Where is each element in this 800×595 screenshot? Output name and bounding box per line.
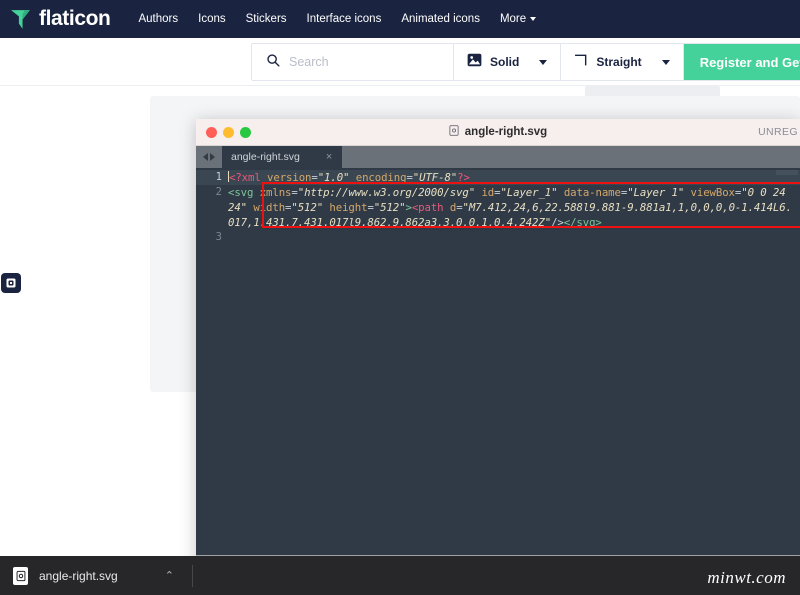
window-title: angle-right.svg <box>464 126 548 138</box>
code-token: "UTF-8" <box>412 171 458 184</box>
tab-nav-arrows[interactable] <box>196 146 222 168</box>
code-token: viewBox <box>690 186 735 199</box>
code-token: data-name <box>563 186 621 199</box>
code-token: /> <box>551 216 564 229</box>
code-token: </ <box>563 216 577 229</box>
code-token: "512" <box>373 201 406 214</box>
search-input-wrap[interactable]: Search <box>252 44 454 80</box>
download-file-name: angle-right.svg <box>39 568 118 583</box>
code-token: height <box>329 201 368 214</box>
code-token: "512" <box>291 201 324 214</box>
maximize-window-button[interactable] <box>240 126 251 138</box>
code-token: ?> <box>457 171 470 184</box>
nav-item-authors[interactable]: Authors <box>138 13 178 25</box>
window-title-group: angle-right.svg <box>196 123 800 141</box>
code-token: svg <box>234 186 254 199</box>
line-number-gutter: 1 2 3 <box>196 168 228 555</box>
chevron-down-icon <box>530 17 537 21</box>
code-line-2-row-2: 24" width="512" height="512"><path d="M7… <box>228 201 792 214</box>
code-token: 017,1.431,7.431.017l9.862,9.862a3,3,0,0,… <box>228 216 552 229</box>
corner-angle-icon <box>574 53 588 72</box>
nav-item-more-label: More <box>499 13 527 25</box>
nav-item-animated-icons[interactable]: Animated icons <box>401 13 480 25</box>
code-token: "Layer_1" <box>500 186 558 199</box>
editor-tab-bar: angle-right.svg × <box>196 146 800 168</box>
screenshot-root: flaticon Authors Icons Stickers Interfac… <box>0 0 800 595</box>
minimap-scrollbar[interactable] <box>776 170 798 175</box>
code-text[interactable]: <?xml version="1.0" encoding="UTF-8"?> <… <box>228 168 800 555</box>
code-token: svg <box>576 216 596 229</box>
chevron-down-icon[interactable] <box>661 59 670 65</box>
watermark: minwt.com <box>707 568 786 587</box>
flaticon-brand-name: flaticon <box>39 7 111 30</box>
nav-item-stickers[interactable]: Stickers <box>246 13 287 25</box>
image-icon <box>467 53 482 72</box>
code-token: encoding <box>355 171 407 184</box>
code-line-1: <?xml version="1.0" encoding="UTF-8"?> <box>228 170 800 185</box>
style-filter-dropdown[interactable]: Solid <box>454 44 562 80</box>
editor-tab-label: angle-right.svg <box>231 151 300 163</box>
unregistered-label: UNREG <box>758 126 798 138</box>
code-token: width <box>253 201 286 214</box>
divider <box>191 564 193 587</box>
code-token: "0 0 24 <box>741 186 786 199</box>
code-token: id <box>481 186 495 199</box>
code-token: > <box>595 216 602 229</box>
flaticon-logo[interactable]: flaticon <box>9 7 111 32</box>
flaticon-mark-icon <box>9 7 34 32</box>
code-line-2-row-1: <svg xmlns="http://www.w3.org/2000/svg" … <box>228 186 786 199</box>
line-number: 1 <box>196 170 228 185</box>
code-token: <?xml <box>229 171 261 184</box>
site-header: flaticon Authors Icons Stickers Interfac… <box>0 0 800 38</box>
style-filter-label: Solid <box>490 55 520 69</box>
code-token: "1.0" <box>317 171 350 184</box>
download-item[interactable]: angle-right.svg ⌃ <box>13 566 174 585</box>
arrow-left-icon[interactable] <box>203 153 208 161</box>
code-token: "M7.412,24,6,22.588l9.881-9.881a1,1,0,0,… <box>462 201 792 214</box>
close-window-button[interactable] <box>206 126 217 138</box>
code-line-2-row-3: 017,1.431,7.431.017l9.862,9.862a3,3,0,0,… <box>228 215 800 230</box>
code-token: version <box>267 171 312 184</box>
nav-item-interface-icons[interactable]: Interface icons <box>307 13 382 25</box>
stroke-filter-dropdown[interactable]: Straight <box>561 44 684 80</box>
editor-tab-angle-right[interactable]: angle-right.svg × <box>222 146 342 168</box>
search-row: Search Solid Straight Register and Ge <box>0 38 800 86</box>
close-icon[interactable]: × <box>326 151 332 163</box>
window-controls <box>206 126 251 138</box>
svg-file-icon <box>13 566 28 585</box>
code-token: path <box>418 201 444 214</box>
code-editor-area[interactable]: 1 2 3 <?xml version="1.0" encoding="UTF-… <box>196 168 800 555</box>
restore-window-icon[interactable] <box>1 273 21 293</box>
chevron-up-icon[interactable]: ⌃ <box>165 569 174 582</box>
arrow-right-icon[interactable] <box>210 153 215 161</box>
stroke-filter-label: Straight <box>596 55 642 69</box>
code-token: 24" <box>228 201 248 214</box>
line-number: 2 <box>215 186 222 198</box>
line-number: 3 <box>215 231 222 243</box>
register-button[interactable]: Register and Get it <box>683 44 800 80</box>
text-editor-window: angle-right.svg UNREG angle-right.svg × … <box>196 119 800 577</box>
nav-item-icons[interactable]: Icons <box>198 13 226 25</box>
search-icon <box>266 53 280 72</box>
chevron-down-icon[interactable] <box>539 59 548 65</box>
code-token: "Layer 1" <box>627 186 685 199</box>
main-nav: Authors Icons Stickers Interface icons A… <box>138 13 537 25</box>
code-token: xmlns <box>259 186 292 199</box>
minimize-window-button[interactable] <box>223 126 234 138</box>
code-token: "http://www.w3.org/2000/svg" <box>297 186 476 199</box>
nav-item-more[interactable]: More <box>499 13 537 25</box>
search-shell: Search Solid Straight Register and Ge <box>251 43 800 81</box>
window-title-bar: angle-right.svg UNREG <box>196 119 800 146</box>
document-icon <box>449 123 459 141</box>
browser-download-bar: angle-right.svg ⌃ minwt.com <box>0 556 800 595</box>
search-input[interactable]: Search <box>289 55 329 69</box>
